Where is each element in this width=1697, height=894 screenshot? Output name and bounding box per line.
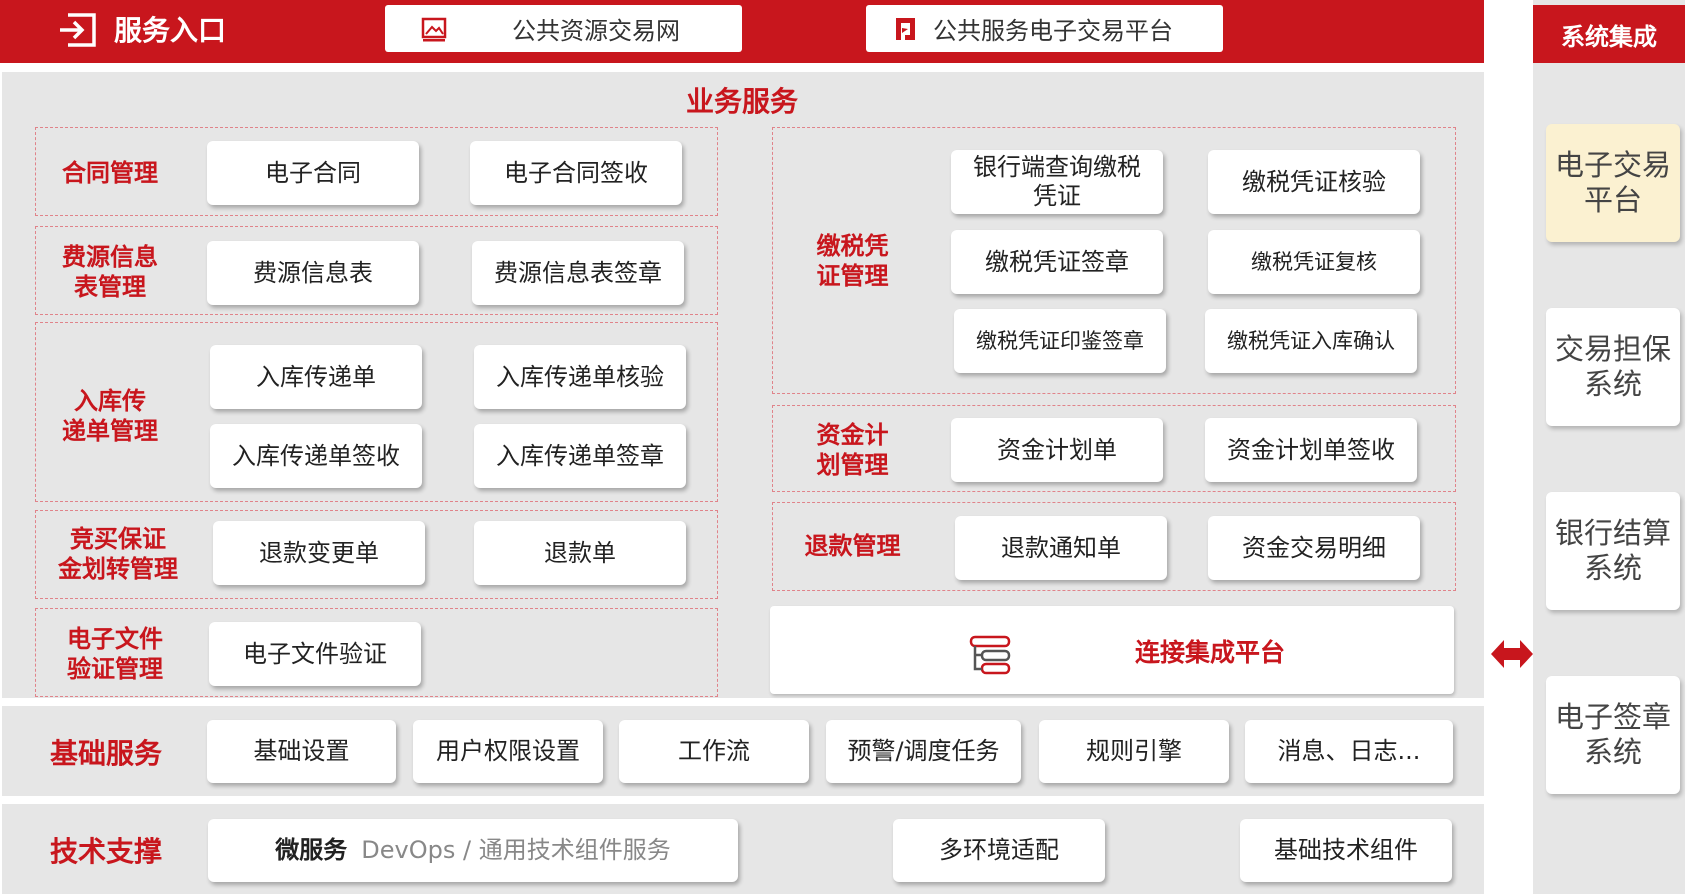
- system-integration-title: 系统集成: [1533, 5, 1685, 63]
- tax-certificate-seal-card[interactable]: 缴税凭证签章: [951, 230, 1163, 294]
- fund-transaction-detail-card[interactable]: 资金交易明细: [1208, 516, 1420, 580]
- user-permission-card[interactable]: 用户权限设置: [413, 720, 603, 783]
- fund-plan-management-label: 资金计 划管理: [816, 421, 889, 479]
- basic-services-label: 基础服务: [50, 737, 163, 770]
- message-log-card[interactable]: 消息、日志...: [1245, 720, 1453, 783]
- bid-deposit-transfer-label: 竞买保证 金划转管理: [58, 525, 178, 583]
- bank-tax-query-card[interactable]: 银行端查询缴税 凭证: [951, 150, 1163, 214]
- microservices-rest-label: DevOps / 通用技术组件服务: [361, 836, 671, 864]
- public-service-trading-label: 公共服务电子交易平台: [933, 17, 1173, 45]
- refund-management-label: 退款管理: [804, 532, 901, 560]
- e-file-verification-label: 电子文件 验证管理: [67, 625, 163, 683]
- exit-icon: [60, 13, 96, 47]
- electronic-contract-card[interactable]: 电子合同: [207, 141, 419, 205]
- rule-engine-card[interactable]: 规则引擎: [1039, 720, 1229, 783]
- tax-certificate-warehousing-confirm-card[interactable]: 缴税凭证入库确认: [1205, 309, 1417, 373]
- electronic-contract-receipt-card[interactable]: 电子合同签收: [470, 141, 682, 205]
- fee-info-table-card[interactable]: 费源信息表: [207, 241, 419, 305]
- tax-certificate-stamp-seal-card[interactable]: 缴税凭证印鉴签章: [954, 309, 1166, 373]
- image-icon: [421, 17, 447, 41]
- warehousing-slip-verify-card[interactable]: 入库传递单核验: [474, 345, 686, 409]
- tech-support-label: 技术支撑: [50, 835, 163, 868]
- business-services-title: 业务服务: [685, 85, 798, 118]
- tax-certificate-verify-card[interactable]: 缴税凭证核验: [1208, 150, 1420, 214]
- fee-info-management-label: 费源信息 表管理: [62, 243, 158, 301]
- fund-plan-receipt-card[interactable]: 资金计划单签收: [1205, 418, 1417, 482]
- public-service-trading-link[interactable]: 公共服务电子交易平台: [866, 5, 1223, 52]
- refund-slip-card[interactable]: 退款单: [474, 521, 686, 585]
- warehousing-slip-card[interactable]: 入库传递单: [210, 345, 422, 409]
- alert-scheduling-card[interactable]: 预警/调度任务: [826, 720, 1021, 783]
- basic-tech-components-card[interactable]: 基础技术组件: [1240, 819, 1452, 882]
- warehousing-slip-receipt-card[interactable]: 入库传递单签收: [210, 424, 422, 488]
- e-file-verify-card[interactable]: 电子文件验证: [209, 622, 421, 686]
- fund-plan-card[interactable]: 资金计划单: [951, 418, 1163, 482]
- refund-change-slip-card[interactable]: 退款变更单: [213, 521, 425, 585]
- microservices-card[interactable]: 微服务 DevOps / 通用技术组件服务: [208, 819, 738, 882]
- warehousing-slip-seal-card[interactable]: 入库传递单签章: [474, 424, 686, 488]
- public-resource-trading-link[interactable]: 公共资源交易网: [385, 5, 742, 52]
- service-entry-title: 服务入口: [114, 14, 227, 47]
- e-trading-platform-card[interactable]: 电子交易 平台: [1546, 124, 1680, 242]
- contract-management-label: 合同管理: [62, 159, 158, 187]
- red-logo-icon: [896, 17, 915, 40]
- microservices-bold-label: 微服务: [275, 836, 348, 864]
- multi-env-adapt-card[interactable]: 多环境适配: [893, 819, 1105, 882]
- basic-settings-card[interactable]: 基础设置: [207, 720, 396, 783]
- fee-info-table-seal-card[interactable]: 费源信息表签章: [472, 241, 684, 305]
- public-resource-trading-label: 公共资源交易网: [512, 17, 680, 45]
- bank-settlement-system-card[interactable]: 银行结算 系统: [1546, 492, 1680, 610]
- double-arrow-icon: [1491, 640, 1533, 668]
- integration-platform-label: 连接集成平台: [1134, 638, 1285, 667]
- refund-notice-card[interactable]: 退款通知单: [955, 516, 1167, 580]
- tax-certificate-review-card[interactable]: 缴税凭证复核: [1208, 230, 1420, 294]
- e-signature-system-card[interactable]: 电子签章 系统: [1546, 676, 1680, 794]
- list-icon: [969, 635, 1011, 675]
- warehousing-slip-management-label: 入库传 递单管理: [62, 387, 158, 445]
- trade-guarantee-system-card[interactable]: 交易担保 系统: [1546, 308, 1680, 426]
- tax-certificate-management-label: 缴税凭 证管理: [816, 232, 889, 290]
- workflow-card[interactable]: 工作流: [619, 720, 809, 783]
